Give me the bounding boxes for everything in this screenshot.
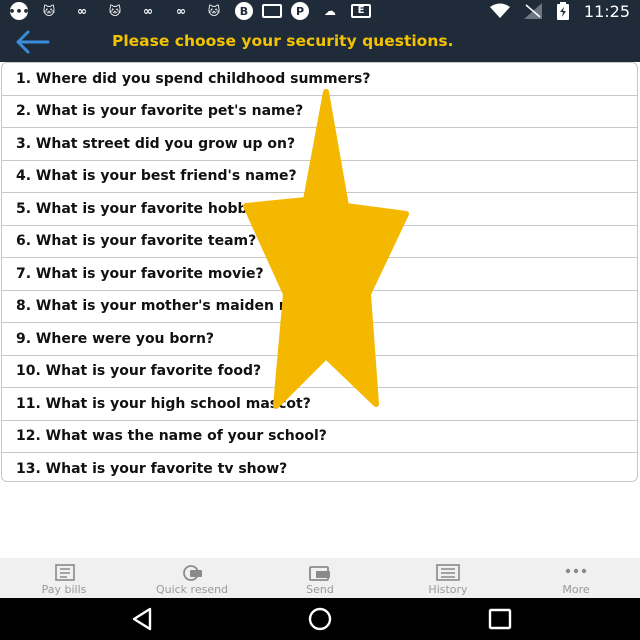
status-bar: ••• 🐱 ∞ 🐱 ∞ ∞ 🐱 B P ☁ E 11:25: [0, 0, 640, 22]
question-item[interactable]: 3. What street did you grow up on?: [2, 128, 637, 161]
question-item[interactable]: 11. What is your high school mascot?: [2, 388, 637, 421]
notification-icons: ••• 🐱 ∞ 🐱 ∞ ∞ 🐱 B P ☁ E: [8, 1, 371, 21]
link-icon: ∞: [77, 4, 87, 18]
cloud-icon: ☁: [324, 4, 336, 18]
recent-apps-icon[interactable]: [486, 606, 514, 632]
link-icon: ∞: [143, 4, 153, 18]
nav-send[interactable]: Send: [256, 558, 384, 598]
cat-icon: 🐱: [108, 4, 122, 18]
back-arrow-icon[interactable]: [14, 29, 50, 55]
quick-resend-icon: [183, 565, 202, 581]
nav-label: Quick resend: [155, 583, 229, 596]
nav-pay-bills[interactable]: Pay bills: [0, 558, 128, 598]
signal-icon: [523, 3, 542, 19]
send-icon: [309, 566, 330, 581]
nav-more[interactable]: More: [512, 558, 640, 598]
cat-icon: 🐱: [42, 4, 56, 18]
b-icon: B: [235, 2, 253, 20]
question-item[interactable]: 7. What is your favorite movie?: [2, 258, 637, 291]
e-icon: E: [351, 4, 371, 18]
pay-bills-icon: [55, 564, 75, 581]
nav-quick-resend[interactable]: Quick resend: [128, 558, 256, 598]
nav-label: Send: [306, 583, 334, 596]
nav-history[interactable]: History: [384, 558, 512, 598]
more-icon: [565, 568, 587, 574]
home-circle-icon[interactable]: [306, 606, 334, 632]
back-triangle-icon[interactable]: [128, 606, 156, 632]
question-item[interactable]: 12. What was the name of your school?: [2, 421, 637, 453]
question-item[interactable]: 8. What is your mother's maiden name?: [2, 291, 637, 323]
question-item[interactable]: 9. Where were you born?: [2, 323, 637, 356]
page-title: Please choose your security questions.: [112, 32, 454, 50]
question-item[interactable]: 5. What is your favorite hobby?: [2, 193, 637, 226]
pinterest-icon: P: [291, 2, 309, 20]
security-question-list: 1. Where did you spend childhood summers…: [1, 62, 638, 482]
nav-label: More: [562, 583, 590, 596]
question-item[interactable]: 2. What is your favorite pet's name?: [2, 96, 637, 128]
question-item[interactable]: 1. Where did you spend childhood summers…: [2, 63, 637, 96]
status-time: 11:25: [583, 1, 630, 21]
question-item[interactable]: 13. What is your favorite tv show?: [2, 453, 637, 481]
nav-label: History: [428, 583, 468, 596]
question-item[interactable]: 6. What is your favorite team?: [2, 226, 637, 258]
system-status: 11:25: [489, 0, 630, 22]
message-icon: •••: [8, 2, 30, 20]
history-icon: [436, 564, 460, 581]
battery-icon: [556, 2, 569, 20]
system-nav-bar: [0, 598, 640, 640]
question-item[interactable]: 4. What is your best friend's name?: [2, 161, 637, 193]
bottom-nav: Pay bills Quick resend Send History More: [0, 558, 640, 598]
nav-label: Pay bills: [41, 583, 87, 596]
mail-icon: [262, 4, 282, 18]
cat-icon: 🐱: [207, 4, 221, 18]
app-bar: Please choose your security questions.: [0, 22, 640, 62]
link-icon: ∞: [176, 4, 186, 18]
wifi-icon: [489, 3, 510, 18]
question-item[interactable]: 10. What is your favorite food?: [2, 356, 637, 388]
